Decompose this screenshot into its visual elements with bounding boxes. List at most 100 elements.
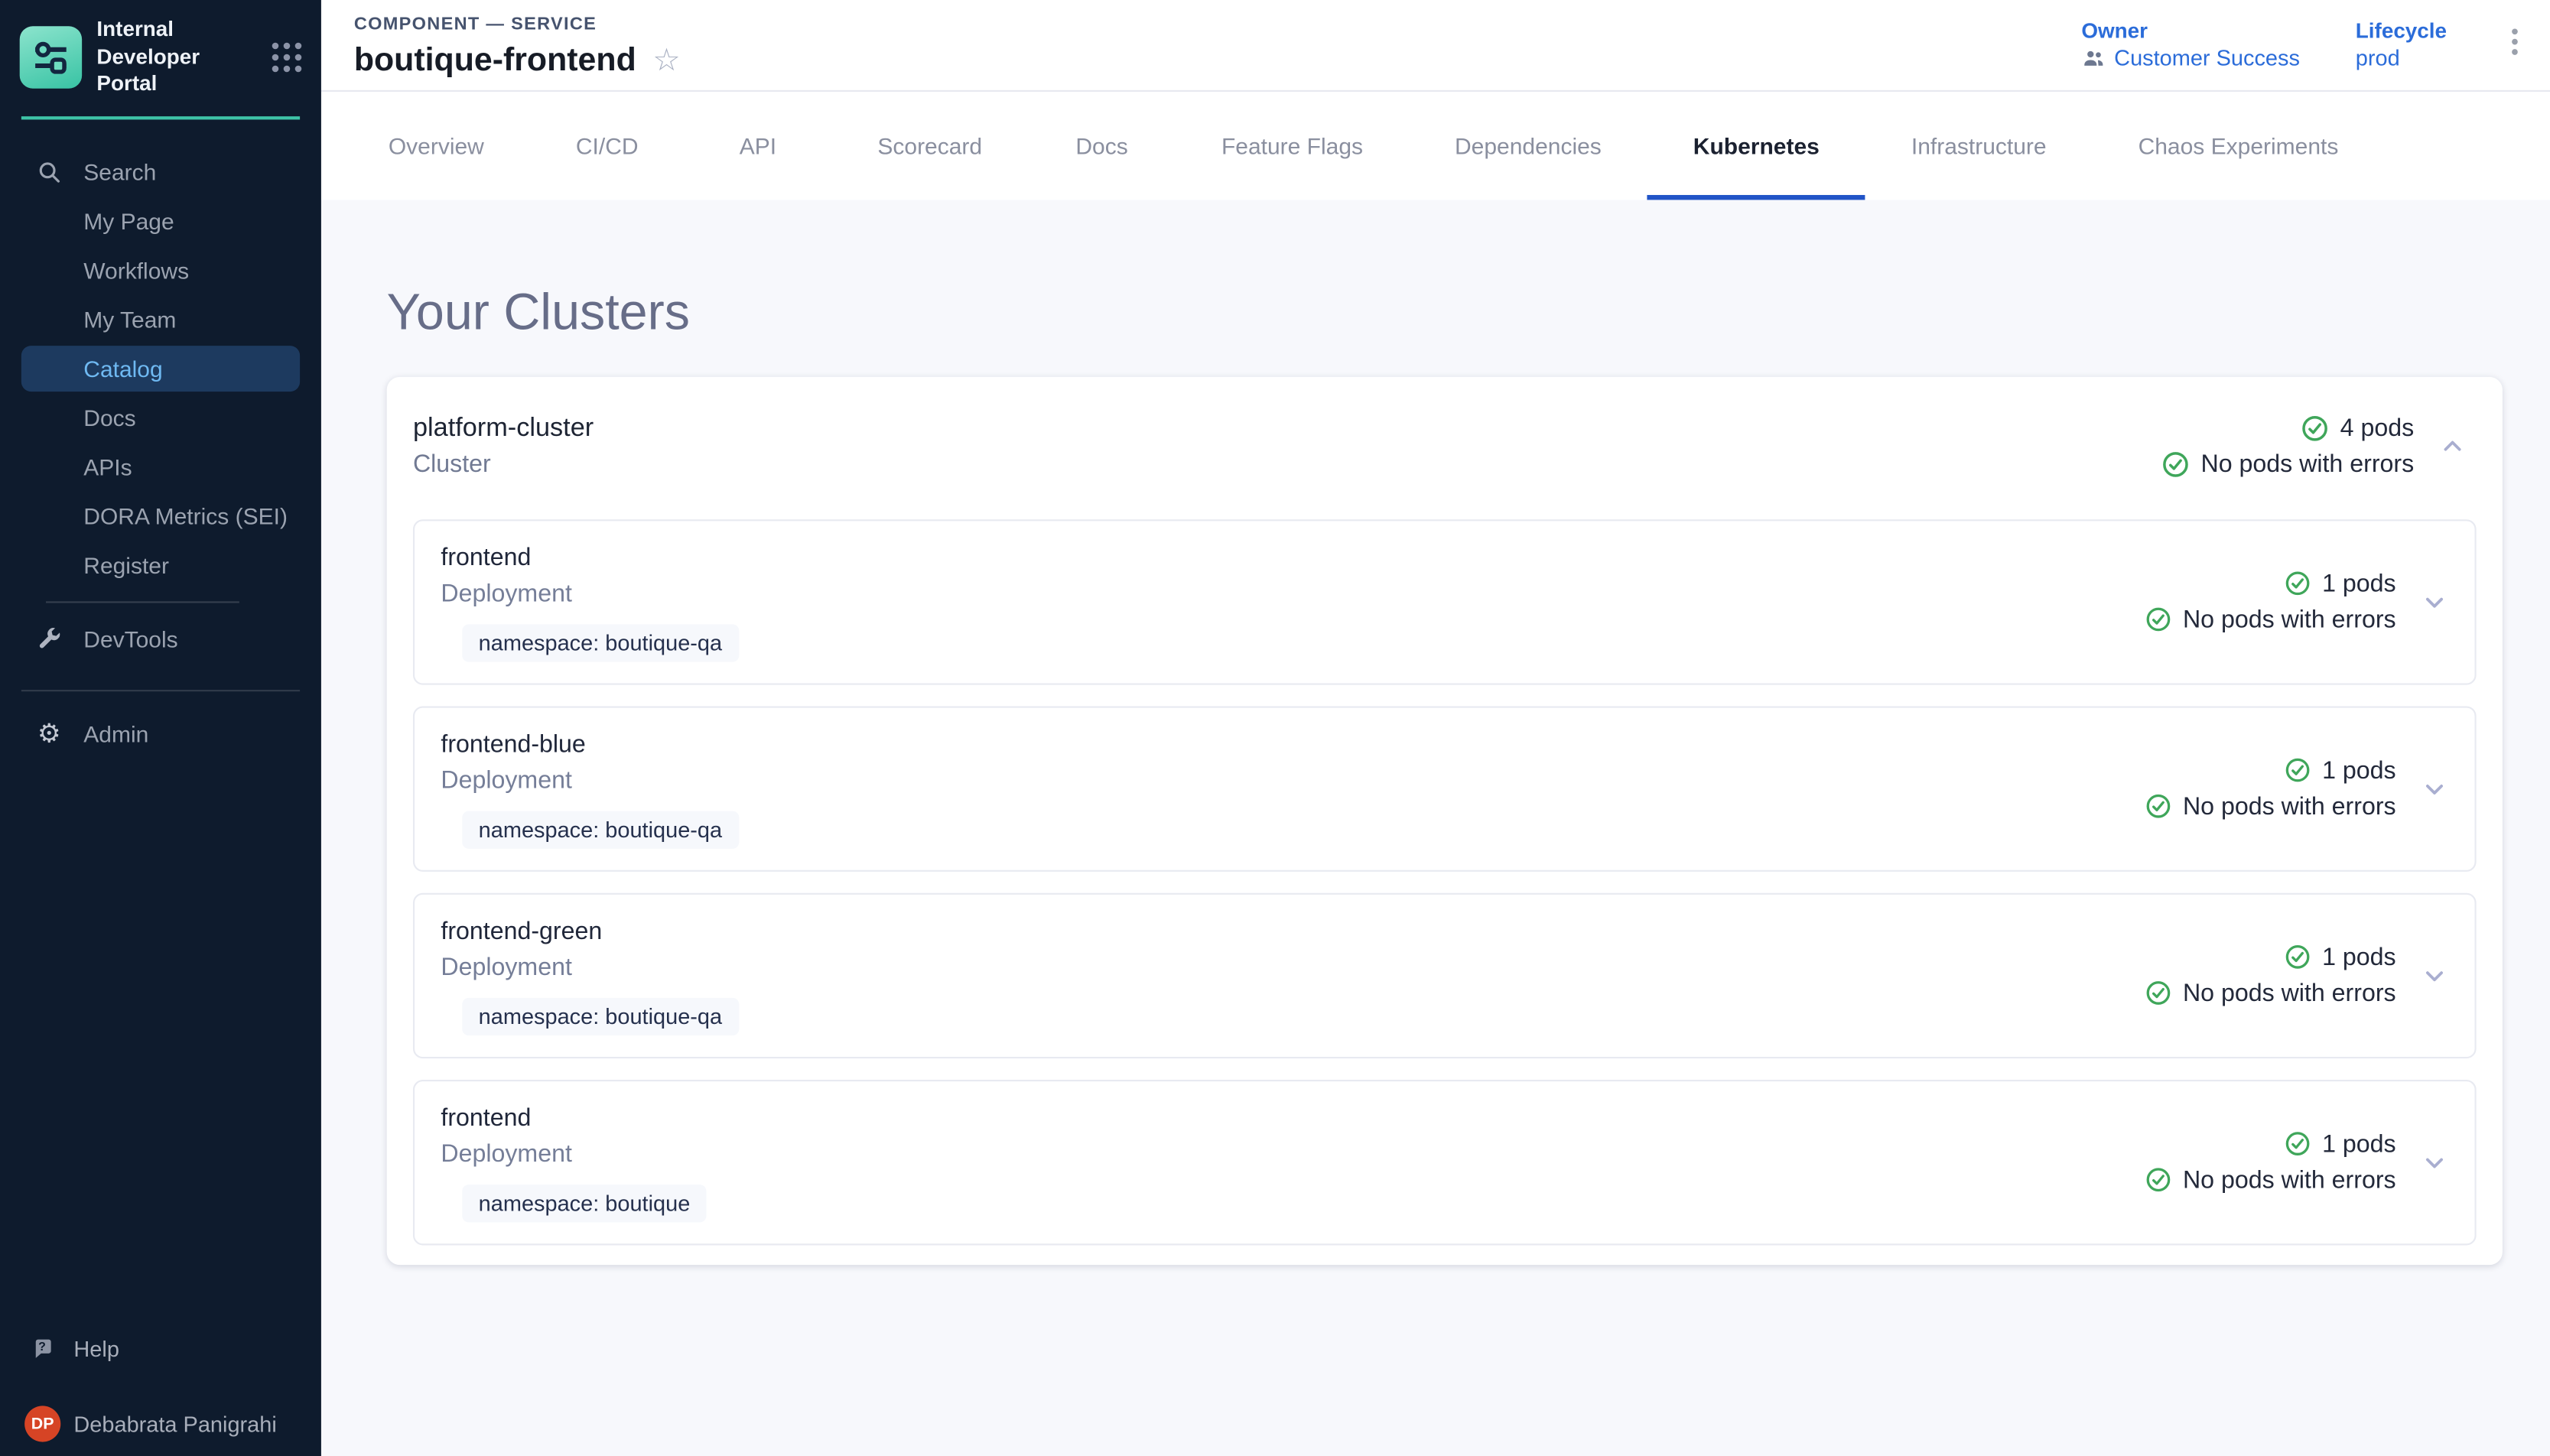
cluster-pods-count: 4 pods bbox=[2340, 414, 2415, 441]
tab-docs[interactable]: Docs bbox=[1028, 92, 1176, 200]
sidebar-item-label: Workflows bbox=[83, 257, 189, 283]
sidebar-item-label: DevTools bbox=[83, 626, 177, 652]
lifecycle-value: prod bbox=[2356, 46, 2400, 70]
deployment-pods-count: 1 pods bbox=[2322, 1129, 2396, 1157]
kubernetes-tab-content: Your Clusters platform-cluster Cluster 4… bbox=[321, 200, 2550, 1456]
namespace-chip: namespace: boutique-qa bbox=[462, 998, 738, 1035]
help-button[interactable]: ? Help bbox=[21, 1325, 300, 1371]
sidebar-item-search[interactable]: Search bbox=[21, 149, 300, 195]
sidebar-item-my-team[interactable]: My Team bbox=[21, 297, 300, 343]
sidebar-item-label: Search bbox=[83, 159, 156, 185]
app-root: Internal Developer Portal Search My Page… bbox=[0, 0, 2550, 1456]
tab-kubernetes[interactable]: Kubernetes bbox=[1647, 92, 1865, 200]
chevron-down-icon[interactable] bbox=[2421, 774, 2448, 801]
check-circle-icon bbox=[2301, 414, 2328, 441]
sidebar-item-register[interactable]: Register bbox=[21, 542, 300, 588]
check-circle-icon bbox=[2285, 757, 2311, 783]
sidebar-item-catalog[interactable]: Catalog bbox=[21, 346, 300, 392]
tab-feature-flags[interactable]: Feature Flags bbox=[1176, 92, 1409, 200]
lifecycle-label: Lifecycle bbox=[2356, 18, 2447, 43]
cluster-kind: Cluster bbox=[413, 447, 594, 482]
tab-api[interactable]: API bbox=[685, 92, 832, 200]
deployment-errors-status: No pods with errors bbox=[2183, 1166, 2396, 1194]
cluster-accordion-header[interactable]: platform-cluster Cluster 4 pods No pods … bbox=[413, 377, 2477, 499]
sidebar-header: Internal Developer Portal bbox=[0, 0, 321, 116]
sidebar-footer: ? Help DP Debabrata Panigrahi bbox=[0, 1325, 321, 1456]
sidebar-item-label: Docs bbox=[83, 405, 135, 431]
sidebar-item-apis[interactable]: APIs bbox=[21, 444, 300, 489]
wrench-icon bbox=[28, 626, 70, 652]
svg-text:?: ? bbox=[37, 1340, 45, 1353]
sidebar-item-workflows[interactable]: Workflows bbox=[21, 247, 300, 293]
deployment-row[interactable]: frontend Deployment namespace: boutique-… bbox=[413, 519, 2477, 684]
check-circle-icon bbox=[2145, 980, 2171, 1006]
deployment-row[interactable]: frontend Deployment namespace: boutique … bbox=[413, 1080, 2477, 1245]
deployment-errors-status: No pods with errors bbox=[2183, 792, 2396, 820]
user-name: Debabrata Panigrahi bbox=[73, 1412, 276, 1436]
deployment-kind: Deployment bbox=[441, 1137, 706, 1173]
tab-infrastructure[interactable]: Infrastructure bbox=[1865, 92, 2093, 200]
deployment-name: frontend-green bbox=[441, 915, 738, 951]
check-circle-icon bbox=[2285, 570, 2311, 596]
chat-question-icon: ? bbox=[21, 1334, 64, 1362]
kebab-icon[interactable] bbox=[2503, 28, 2527, 63]
viewport: Internal Developer Portal Search My Page… bbox=[0, 0, 2550, 1456]
deployment-errors-status: No pods with errors bbox=[2183, 979, 2396, 1006]
deployment-pods-count: 1 pods bbox=[2322, 756, 2396, 784]
sidebar-nav: Search My Page Workflows My Team Catalog… bbox=[0, 119, 321, 760]
check-circle-icon bbox=[2145, 1167, 2171, 1193]
cluster-name: platform-cluster bbox=[413, 410, 594, 447]
search-icon bbox=[28, 159, 70, 185]
star-outline-icon[interactable]: ☆ bbox=[652, 46, 681, 77]
main-area: COMPONENT — SERVICE boutique-frontend ☆ … bbox=[321, 0, 2550, 1456]
deployment-errors-status: No pods with errors bbox=[2183, 606, 2396, 633]
deployment-kind: Deployment bbox=[441, 763, 738, 799]
sidebar-item-docs[interactable]: Docs bbox=[21, 395, 300, 440]
avatar-initials: DP bbox=[24, 1406, 60, 1441]
chevron-up-icon[interactable] bbox=[2438, 432, 2466, 460]
tab-chaos-experiments[interactable]: Chaos Experiments bbox=[2093, 92, 2385, 200]
sidebar-item-devtools[interactable]: DevTools bbox=[21, 616, 300, 661]
people-icon bbox=[2081, 46, 2106, 70]
gear-icon: ⚙ bbox=[28, 721, 70, 747]
chevron-down-icon[interactable] bbox=[2421, 587, 2448, 615]
user-profile[interactable]: DP Debabrata Panigrahi bbox=[21, 1401, 300, 1447]
sidebar-divider bbox=[21, 690, 300, 691]
deployment-kind: Deployment bbox=[441, 951, 738, 986]
sidebar-item-my-page[interactable]: My Page bbox=[21, 198, 300, 244]
check-circle-icon bbox=[2285, 944, 2311, 970]
entity-header: COMPONENT — SERVICE boutique-frontend ☆ … bbox=[321, 0, 2550, 92]
lifecycle-block: Lifecycle prod bbox=[2356, 18, 2447, 71]
deployment-name: frontend bbox=[441, 541, 738, 577]
owner-link[interactable]: Customer Success bbox=[2114, 46, 2300, 70]
chevron-down-icon[interactable] bbox=[2421, 961, 2448, 989]
sidebar-item-label: Register bbox=[83, 552, 169, 578]
tab-scorecard[interactable]: Scorecard bbox=[831, 92, 1028, 200]
owner-block: Owner Customer Success bbox=[2081, 18, 2300, 71]
cluster-errors-status: No pods with errors bbox=[2201, 450, 2415, 477]
check-circle-icon bbox=[2145, 606, 2171, 632]
tab-bar: Overview CI/CD API Scorecard Docs Featur… bbox=[321, 92, 2550, 200]
sidebar: Internal Developer Portal Search My Page… bbox=[0, 0, 321, 1456]
entity-meta: Owner Customer Success Lifecycle prod bbox=[2081, 18, 2527, 71]
sidebar-item-admin[interactable]: ⚙ Admin bbox=[21, 711, 300, 757]
deployment-name: frontend-blue bbox=[441, 727, 738, 763]
clusters-heading: Your Clusters bbox=[387, 284, 2550, 343]
deployment-name: frontend bbox=[441, 1101, 706, 1137]
circuit-sliders-icon bbox=[26, 33, 75, 82]
deployment-kind: Deployment bbox=[441, 577, 738, 613]
deployment-row[interactable]: frontend-green Deployment namespace: bou… bbox=[413, 893, 2477, 1058]
sidebar-item-label: DORA Metrics (SEI) bbox=[83, 503, 288, 529]
help-label: Help bbox=[73, 1336, 119, 1360]
tab-dependencies[interactable]: Dependencies bbox=[1409, 92, 1647, 200]
check-circle-icon bbox=[2161, 450, 2189, 477]
app-logo-icon[interactable] bbox=[20, 26, 82, 88]
check-circle-icon bbox=[2145, 793, 2171, 819]
tab-cicd[interactable]: CI/CD bbox=[530, 92, 685, 200]
namespace-chip: namespace: boutique-qa bbox=[462, 811, 738, 849]
apps-grid-icon[interactable] bbox=[272, 43, 302, 73]
sidebar-item-dora-metrics[interactable]: DORA Metrics (SEI) bbox=[21, 493, 300, 539]
tab-overview[interactable]: Overview bbox=[343, 92, 530, 200]
deployment-row[interactable]: frontend-blue Deployment namespace: bout… bbox=[413, 707, 2477, 872]
chevron-down-icon[interactable] bbox=[2421, 1148, 2448, 1175]
